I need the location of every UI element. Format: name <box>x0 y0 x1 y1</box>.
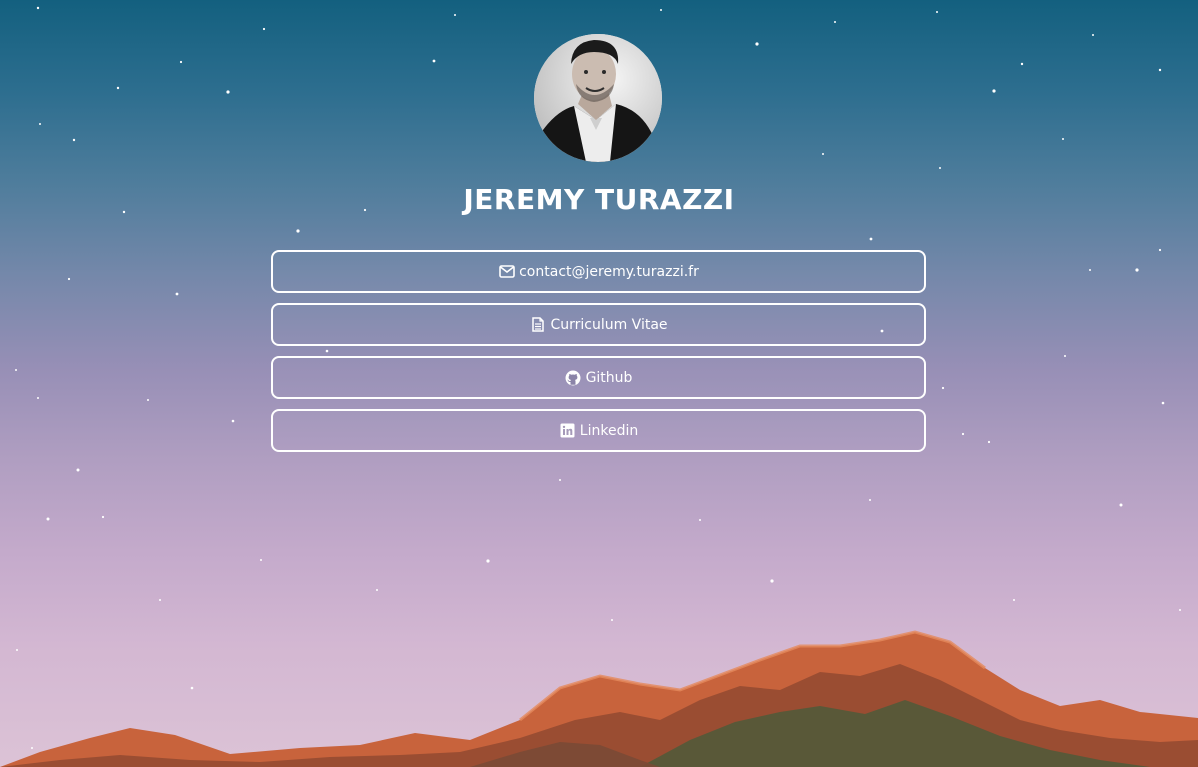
profile-card: JEREMY TURAZZI contact@jeremy.turazzi.fr <box>0 0 1198 767</box>
cv-link-label: Curriculum Vitae <box>550 316 668 333</box>
github-icon <box>565 369 582 386</box>
links-list: contact@jeremy.turazzi.fr Curriculum Vit… <box>271 250 926 462</box>
email-link-button[interactable]: contact@jeremy.turazzi.fr <box>271 250 926 293</box>
profile-name: JEREMY TURAZZI <box>463 183 735 216</box>
linkedin-icon <box>559 422 576 439</box>
linkedin-link-label: Linkedin <box>579 422 639 439</box>
envelope-icon <box>498 263 515 280</box>
github-link-label: Github <box>585 369 633 386</box>
email-link-label: contact@jeremy.turazzi.fr <box>519 263 699 280</box>
profile-photo <box>534 34 662 162</box>
github-link-button[interactable]: Github <box>271 356 926 399</box>
linkedin-link-button[interactable]: Linkedin <box>271 409 926 452</box>
file-text-icon <box>529 316 546 333</box>
avatar <box>534 34 662 162</box>
cv-link-button[interactable]: Curriculum Vitae <box>271 303 926 346</box>
